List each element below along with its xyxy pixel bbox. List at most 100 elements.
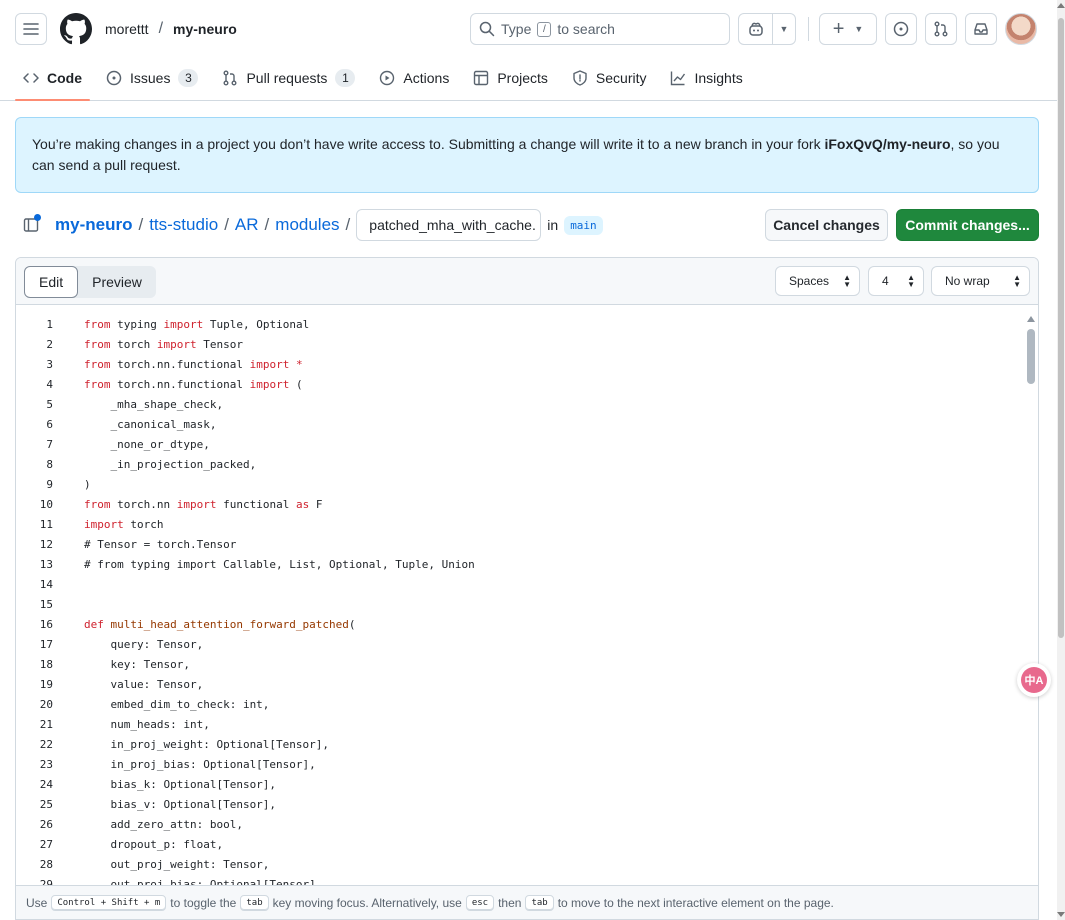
line-number: 19 — [39, 677, 53, 691]
repo-name-link[interactable]: my-neuro — [173, 21, 237, 37]
page-scrollbar-thumb[interactable] — [1058, 18, 1064, 638]
copilot-button[interactable] — [739, 14, 773, 44]
code-line: 12 # Tensor = torch.Tensor — [16, 534, 1038, 554]
editor-toolbar: Edit Preview Spaces ▲ ▼ 4 ▲ ▼ No wrap ▲ ▼ — [16, 258, 1038, 305]
breadcrumb-dir-link[interactable]: AR — [235, 215, 259, 235]
code-line: 11 import torch — [16, 514, 1038, 534]
your-pull-requests-button[interactable] — [925, 13, 957, 45]
code-line: 27 dropout_p: float, — [16, 834, 1038, 854]
code-line: 8 _in_projection_packed, — [16, 454, 1038, 474]
user-avatar[interactable] — [1005, 13, 1037, 45]
line-number: 12 — [39, 537, 53, 551]
line-number: 18 — [39, 657, 53, 671]
indent-mode-select[interactable]: Spaces ▲ ▼ — [775, 266, 860, 296]
copilot-button-group: ▼ — [738, 13, 796, 45]
line-number: 9 — [46, 477, 53, 491]
code-line: 3 from torch.nn.functional import * — [16, 354, 1038, 374]
code-line: 25 bias_v: Optional[Tensor], — [16, 794, 1038, 814]
tab-projects[interactable]: Projects — [465, 58, 556, 98]
search-input[interactable]: Type / to search — [470, 13, 730, 45]
shortcut-key: tab — [525, 894, 554, 911]
tab-pull-requests[interactable]: Pull requests 1 — [214, 58, 363, 98]
line-number: 20 — [39, 697, 53, 711]
issue-opened-icon — [893, 21, 909, 37]
issues-counter: 3 — [178, 69, 199, 87]
your-issues-button[interactable] — [885, 13, 917, 45]
line-number: 4 — [46, 377, 53, 391]
search-placeholder-suffix: to search — [557, 21, 615, 37]
line-text: # from typing import Callable, List, Opt… — [84, 557, 475, 571]
tab-label: Issues — [130, 70, 171, 86]
editor-scrollbar-thumb[interactable] — [1027, 329, 1035, 384]
breadcrumb-root-link[interactable]: my-neuro — [55, 215, 132, 235]
line-number: 28 — [39, 857, 53, 871]
code-content-area[interactable]: 1 from typing import Tuple, Optional 2 from… — [16, 305, 1038, 886]
line-number: 3 — [46, 357, 53, 371]
repo-owner-link[interactable]: morettt — [105, 21, 149, 37]
pull-requests-counter: 1 — [335, 69, 356, 87]
line-number: 11 — [39, 517, 53, 531]
breadcrumb-dir-link[interactable]: tts-studio — [149, 215, 218, 235]
line-text: embed_dim_to_check: int, — [84, 697, 270, 711]
tab-insights[interactable]: Insights — [662, 58, 750, 98]
copilot-dropdown-button[interactable]: ▼ — [773, 14, 795, 44]
edit-tab-button[interactable]: Edit — [24, 266, 79, 298]
edit-preview-toggle: Edit Preview — [24, 266, 156, 298]
line-text: bias_v: Optional[Tensor], — [84, 797, 277, 811]
select-arrows-icon: ▲ ▼ — [843, 273, 851, 289]
line-text: from torch.nn import functional as F — [84, 497, 323, 511]
line-number: 25 — [39, 797, 53, 811]
code-icon — [23, 70, 39, 86]
tab-label: Insights — [694, 70, 743, 86]
tab-actions[interactable]: Actions — [371, 58, 457, 98]
page-scrollbar[interactable] — [1057, 0, 1065, 920]
translate-extension-button[interactable]: 中A — [1017, 663, 1051, 697]
wrap-mode-select[interactable]: No wrap ▲ ▼ — [931, 266, 1030, 296]
shield-icon — [572, 70, 588, 86]
repo-breadcrumb: morettt / my-neuro — [105, 20, 237, 38]
file-tree-toggle-button[interactable] — [15, 209, 47, 241]
search-placeholder-prefix: Type — [501, 21, 532, 37]
breadcrumb-separator: / — [224, 215, 229, 234]
cancel-changes-button[interactable]: Cancel changes — [765, 209, 888, 241]
notifications-button[interactable] — [965, 13, 997, 45]
hint-text: to move to the next interactive element … — [557, 895, 834, 910]
menu-button[interactable] — [15, 13, 47, 45]
tab-security[interactable]: Security — [564, 58, 655, 98]
line-number: 23 — [39, 757, 53, 771]
line-text: in_proj_weight: Optional[Tensor], — [84, 737, 330, 751]
scroll-up-arrow-icon[interactable] — [1057, 3, 1065, 8]
breadcrumb-dir-link[interactable]: modules — [275, 215, 339, 235]
github-logo-icon[interactable] — [60, 13, 92, 45]
translate-icon: 中A — [1021, 667, 1047, 693]
indent-size-select[interactable]: 4 ▲ ▼ — [868, 266, 924, 296]
scroll-down-arrow-icon[interactable] — [1057, 912, 1065, 917]
code-line: 29 out_proj_bias: Optional[Tensor], — [16, 874, 1038, 886]
code-line: 22 in_proj_weight: Optional[Tensor], — [16, 734, 1038, 754]
tab-issues[interactable]: Issues 3 — [98, 58, 206, 98]
commit-changes-button[interactable]: Commit changes... — [896, 209, 1039, 241]
line-number: 2 — [46, 337, 53, 351]
code-line: 7 _none_or_dtype, — [16, 434, 1038, 454]
code-line: 17 query: Tensor, — [16, 634, 1038, 654]
line-number: 26 — [39, 817, 53, 831]
preview-tab-button[interactable]: Preview — [78, 266, 156, 298]
indent-size-value: 4 — [882, 274, 889, 288]
plus-icon: + — [832, 17, 845, 40]
scroll-up-arrow-icon[interactable] — [1027, 316, 1035, 322]
chevron-down-icon: ▼ — [779, 24, 789, 34]
tab-code[interactable]: Code — [15, 58, 90, 101]
code-line: 13 # from typing import Callable, List, O… — [16, 554, 1038, 574]
editor-scrollbar[interactable] — [1024, 313, 1038, 885]
line-text: num_heads: int, — [84, 717, 210, 731]
search-icon — [479, 21, 495, 37]
code-line: 19 value: Tensor, — [16, 674, 1038, 694]
tab-label: Code — [47, 70, 82, 86]
code-editor: Edit Preview Spaces ▲ ▼ 4 ▲ ▼ No wrap ▲ ▼ 1… — [15, 257, 1039, 920]
line-number: 24 — [39, 777, 53, 791]
line-number: 6 — [46, 417, 53, 431]
create-new-button[interactable]: + ▼ — [819, 13, 877, 45]
filename-input[interactable]: patched_mha_with_cache. — [356, 209, 542, 241]
app-header: morettt / my-neuro Type / to search ▼ + … — [0, 0, 1057, 101]
copilot-icon — [748, 22, 763, 36]
